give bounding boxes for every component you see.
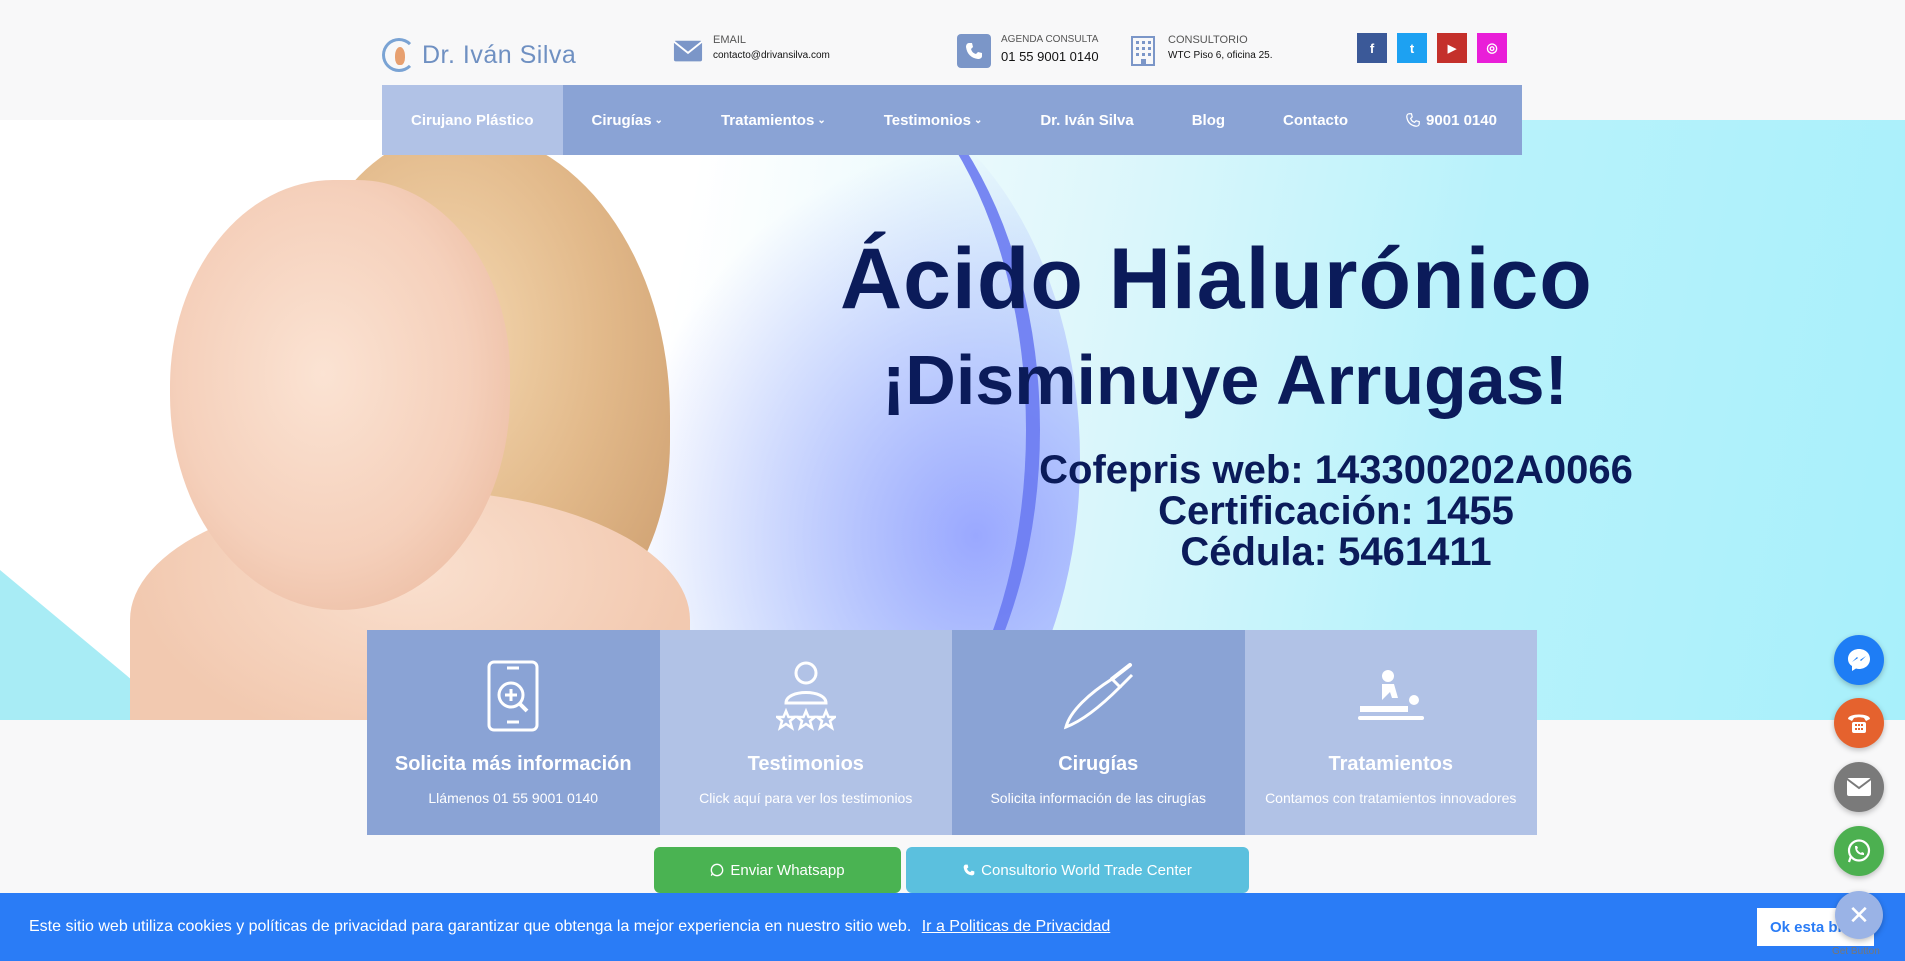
youtube-icon[interactable]: ▶ [1437, 33, 1467, 63]
cedula-line: Cédula: 5461411 [1180, 530, 1492, 574]
cookie-text: Este sitio web utiliza cookies y polític… [29, 918, 912, 935]
envelope-icon [673, 34, 703, 68]
tablet-plus-icon [485, 658, 541, 733]
nav-label: Dr. Iván Silva [1040, 111, 1134, 129]
chevron-down-icon: ⌄ [654, 114, 663, 126]
nav-item-testimonios[interactable]: Testimonios ⌄ [855, 85, 1012, 155]
whatsapp-icon [711, 863, 724, 877]
nav-item-blog[interactable]: Blog [1163, 85, 1254, 155]
card-title: Tratamientos [1328, 753, 1453, 775]
certificacion-line: Certificación: 1455 [1158, 489, 1514, 533]
email-value[interactable]: contacto@drivansilva.com [713, 50, 830, 61]
whatsapp-float-button[interactable] [1834, 826, 1884, 876]
cookie-bar: Este sitio web utiliza cookies y polític… [0, 893, 1905, 961]
facebook-icon[interactable]: f [1357, 33, 1387, 63]
card-subtitle: Contamos con tratamientos innovadores [1265, 790, 1517, 806]
logo-text: Dr. Iván Silva [422, 40, 577, 69]
nav-item-tratamientos[interactable]: Tratamientos ⌄ [692, 85, 855, 155]
card-subtitle: Solicita información de las cirugías [990, 790, 1207, 806]
nav-label: Testimonios [883, 111, 971, 129]
envelope-icon [1846, 778, 1872, 796]
card-subtitle: Click aquí para ver los testimonios [699, 790, 913, 806]
card-title: Solicita más información [394, 753, 632, 775]
agenda-value[interactable]: 01 55 9001 0140 [1001, 49, 1099, 64]
nav-label: Tratamientos [720, 111, 815, 129]
call-button[interactable] [1834, 698, 1884, 748]
logo-icon [382, 38, 416, 72]
hero-subtitle: ¡Disminuye Arrugas! [882, 341, 1568, 419]
nav-item-phone[interactable]: 9001 0140 [1377, 85, 1526, 155]
nav-label: Cirujano Plástico [411, 111, 534, 129]
phone-icon [957, 34, 991, 68]
card-subtitle: Llámenos 01 55 9001 0140 [428, 790, 599, 806]
whatsapp-icon [1847, 839, 1871, 863]
card-tratamientos[interactable]: Tratamientos Contamos con tratamientos i… [1244, 630, 1537, 835]
whatsapp-button-label: Enviar Whatsapp [730, 861, 845, 879]
card-title: Cirugías [1058, 753, 1139, 775]
massage-icon [1356, 658, 1426, 733]
feature-cards: Solicita más información Llámenos 01 55 … [367, 630, 1537, 835]
email-info[interactable]: EMAIL contacto@drivansilva.com [673, 34, 830, 68]
consultorio-label: CONSULTORIO [1168, 34, 1248, 46]
privacy-link[interactable]: Ir a Politicas de Privacidad [922, 918, 1111, 935]
wtc-button-label: Consultorio World Trade Center [981, 861, 1192, 879]
cofepris-line: Cofepris web: 143300202A0066 [1039, 448, 1633, 492]
nav-label: Blog [1191, 111, 1226, 129]
card-title: Testimonios [747, 753, 864, 775]
phone-icon [963, 864, 975, 876]
building-icon [1128, 34, 1158, 68]
main-nav: Cirujano Plástico Cirugías ⌄ Tratamientos… [382, 85, 1522, 155]
cookie-message: Este sitio web utiliza cookies y polític… [29, 918, 1110, 936]
email-label: EMAIL [713, 34, 747, 46]
telephone-icon [1848, 714, 1870, 733]
user-rating-icon [775, 658, 836, 733]
nav-item-contacto[interactable]: Contacto [1254, 85, 1377, 155]
email-button[interactable] [1834, 762, 1884, 812]
chevron-down-icon: ⌄ [817, 114, 826, 126]
nav-label: Cirugías [591, 111, 652, 129]
widget-close-button[interactable]: ✕ [1835, 891, 1883, 939]
nav-item-cirugias[interactable]: Cirugías ⌄ [563, 85, 692, 155]
nav-label: 9001 0140 [1426, 111, 1497, 129]
scalpel-icon [1060, 658, 1136, 733]
card-cirugias[interactable]: Cirugías Solicita información de las cir… [952, 630, 1245, 835]
wtc-button[interactable]: Consultorio World Trade Center [906, 847, 1249, 893]
whatsapp-button[interactable]: Enviar Whatsapp [654, 847, 901, 893]
chevron-down-icon: ⌄ [973, 114, 983, 126]
logo[interactable]: Dr. Iván Silva [382, 38, 576, 72]
phone-icon [1406, 113, 1420, 127]
nav-label: Contacto [1283, 111, 1349, 129]
nav-item-dr-ivan-silva[interactable]: Dr. Iván Silva [1011, 85, 1162, 155]
messenger-button[interactable] [1834, 635, 1884, 685]
card-testimonios[interactable]: Testimonios Click aquí para ver los test… [659, 630, 952, 835]
consultorio-info: CONSULTORIO WTC Piso 6, oficina 25. [1128, 34, 1272, 68]
agenda-info[interactable]: AGENDA CONSULTA 01 55 9001 0140 [957, 34, 1099, 68]
hero-title: Ácido Hialurónico [840, 231, 1593, 327]
face-shape [170, 180, 510, 610]
instagram-icon[interactable]: ◎ [1477, 33, 1507, 63]
close-icon: ✕ [1848, 899, 1870, 930]
hero-credentials: Cofepris web: 143300202A0066 Certificaci… [1016, 450, 1656, 573]
get-button-credit[interactable]: Get Button [1832, 946, 1880, 957]
social-links: f t ▶ ◎ [1357, 33, 1507, 63]
nav-item-cirujano-plastico[interactable]: Cirujano Plástico [382, 85, 563, 155]
card-solicita-info[interactable]: Solicita más información Llámenos 01 55 … [367, 630, 660, 835]
agenda-label: AGENDA CONSULTA [1001, 34, 1099, 45]
consultorio-value: WTC Piso 6, oficina 25. [1168, 50, 1273, 61]
twitter-icon[interactable]: t [1397, 33, 1427, 63]
messenger-icon [1848, 649, 1870, 671]
